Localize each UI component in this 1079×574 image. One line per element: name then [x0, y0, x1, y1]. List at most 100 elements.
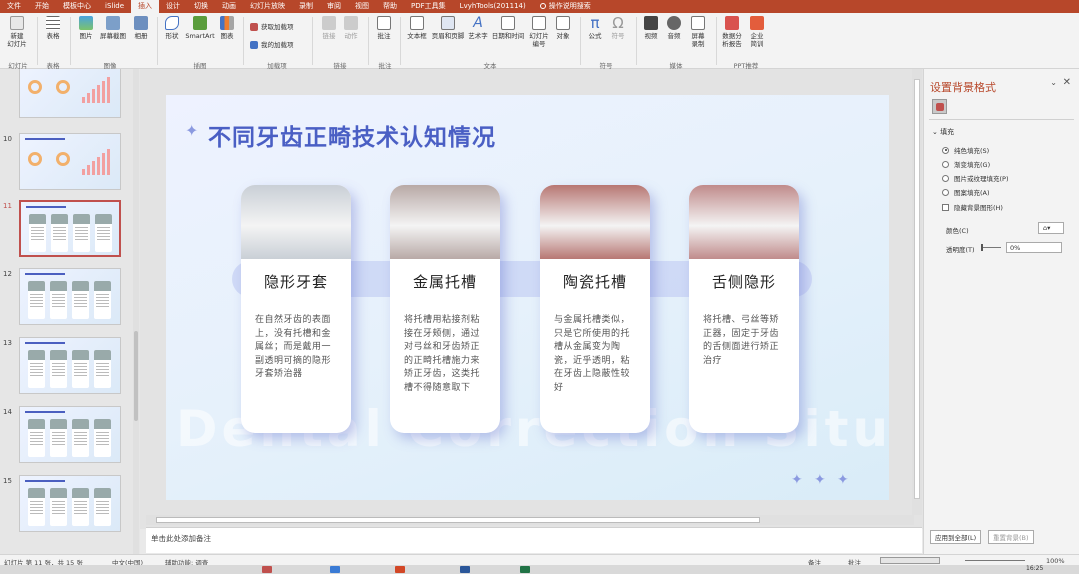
shapes-button[interactable]: 形状 [160, 16, 184, 40]
ribbon: 新建 幻灯片 表格 图片 屏幕截图 相册 形状 SmartArt 图表 获取加载… [0, 13, 1079, 70]
taskbar-app-icon[interactable] [395, 566, 405, 573]
symbol-button[interactable]: Ω 符号 [607, 14, 629, 41]
fill-option-radio[interactable]: 纯色填充(S) [942, 145, 989, 155]
tab-3[interactable]: iSlide [98, 0, 131, 13]
album-icon [134, 16, 148, 30]
info-card[interactable]: 隐形牙套 在自然牙齿的表面上，没有托槽和金属丝；而是戴用一副透明可摘的隐形牙套矫治… [241, 185, 351, 433]
get-addins-button[interactable]: 获取加载项 [250, 23, 294, 31]
thumbnail-scrollbar[interactable] [133, 69, 139, 554]
info-card[interactable]: 陶瓷托槽 与金属托槽类似，只是它所使用的托槽从金属变为陶瓷，近乎透明，粘在牙齿上隐… [540, 185, 650, 433]
taskbar-app-icon[interactable] [330, 566, 340, 573]
view-buttons[interactable] [880, 557, 940, 564]
wordart-button[interactable]: A 艺术字 [466, 16, 490, 40]
slide[interactable]: ✦ 不同牙齿正畸技术认知情况 Dental Correction Situati… [166, 95, 889, 500]
info-card[interactable]: 舌侧隐形 将托槽、弓丝等矫正器，固定于牙齿的舌侧面进行矫正治疗 [689, 185, 799, 433]
canvas-vertical-scrollbar[interactable] [912, 69, 922, 515]
tab-6[interactable]: 切换 [187, 0, 215, 13]
my-addins-button[interactable]: 我的加载项 [250, 41, 294, 49]
hide-bg-checkbox[interactable]: 隐藏背景图形(H) [942, 202, 1003, 212]
notes-area[interactable]: 单击此处添加备注 [146, 527, 922, 553]
data-report-button[interactable]: 数据分 析报告 [720, 16, 744, 48]
tab-8[interactable]: 幻灯片放映 [243, 0, 292, 13]
zoom-slider[interactable] [965, 560, 1025, 561]
info-card[interactable]: 金属托槽 将托槽用粘接剂粘接在牙颊侧，通过对弓丝和牙齿矫正的正畸托槽施力来矫正牙齿… [390, 185, 500, 433]
slide-thumbnail[interactable] [19, 475, 121, 532]
tab-12[interactable]: 帮助 [376, 0, 404, 13]
fill-section-header[interactable]: ⌄ 填充 [932, 127, 954, 137]
smartart-button[interactable]: SmartArt [184, 16, 216, 40]
header-footer-icon [441, 16, 455, 30]
slide-thumbnail[interactable] [19, 133, 121, 190]
album-button[interactable]: 相册 [130, 16, 152, 40]
tab-0[interactable]: 文件 [0, 0, 28, 13]
pane-title: 设置背景格式 [930, 81, 996, 94]
clock: 16:25 [1026, 565, 1044, 572]
textbox-button[interactable]: 文本框 [404, 16, 430, 40]
chevron-down-icon[interactable]: ⌄ [1050, 78, 1057, 87]
taskbar-app-icon[interactable] [520, 566, 530, 573]
omega-icon: Ω [612, 14, 624, 32]
fill-option-radio[interactable]: 渐变填充(G) [942, 159, 990, 169]
fill-option-radio[interactable]: 图案填充(A) [942, 187, 990, 197]
format-background-pane: 设置背景格式 ⌄ ✕ ⌄ 填充 纯色填充(S) 渐变填充(G) 图片或纹理填充(P)… [923, 69, 1079, 554]
tab-11[interactable]: 视图 [348, 0, 376, 13]
datetime-button[interactable]: 日期和时间 [490, 16, 526, 40]
tab-10[interactable]: 审阅 [320, 0, 348, 13]
action-button[interactable]: 动作 [340, 16, 362, 40]
tab-14[interactable]: LvyhTools(201114) [453, 0, 533, 13]
slide-thumbnail[interactable] [19, 337, 121, 394]
picture-button[interactable]: 图片 [74, 16, 98, 40]
tab-1[interactable]: 开始 [28, 0, 56, 13]
tab-15[interactable]: 操作说明搜索 [533, 0, 598, 13]
video-icon [644, 16, 658, 30]
transparency-input[interactable]: 0% [1006, 242, 1062, 253]
action-icon [344, 16, 358, 30]
apply-to-all-button[interactable]: 应用到全部(L) [930, 530, 982, 544]
audio-button[interactable]: 音频 [663, 16, 685, 40]
taskbar-app-icon[interactable] [460, 566, 470, 573]
tab-4[interactable]: 插入 [131, 0, 160, 13]
tab-7[interactable]: 动画 [215, 0, 243, 13]
tab-9[interactable]: 录制 [292, 0, 320, 13]
enterprise-icon [750, 16, 764, 30]
speaker-icon [667, 16, 681, 30]
thumbnail-number: 11 [3, 202, 12, 210]
link-button[interactable]: 链接 [318, 16, 340, 40]
slide-title[interactable]: 不同牙齿正畸技术认知情况 [208, 118, 496, 152]
header-footer-button[interactable]: 页眉和页脚 [430, 16, 466, 40]
color-picker-button[interactable]: ⌂▾ [1038, 222, 1064, 234]
thumbnail-number: 12 [3, 270, 12, 278]
tab-2[interactable]: 模板中心 [56, 0, 98, 13]
transparency-slider[interactable] [981, 244, 1001, 251]
tab-13[interactable]: PDF工具集 [404, 0, 453, 13]
close-icon[interactable]: ✕ [1063, 77, 1071, 88]
object-button[interactable]: 对象 [552, 16, 574, 40]
canvas-horizontal-scrollbar[interactable] [146, 515, 914, 525]
zoom-level[interactable]: 100% [1046, 557, 1065, 565]
slide-number-button[interactable]: 幻灯片 编号 [526, 16, 552, 48]
taskbar-app-icon[interactable] [262, 566, 272, 573]
enterprise-button[interactable]: 企业 简训 [745, 16, 769, 48]
video-button[interactable]: 视频 [640, 16, 662, 40]
reset-background-button[interactable]: 重置背景(B) [988, 530, 1034, 544]
comment-button[interactable]: 批注 [373, 16, 395, 40]
tab-5[interactable]: 设计 [159, 0, 187, 13]
store-icon [250, 23, 258, 31]
thumbnail-number: 13 [3, 339, 12, 347]
comment-icon [377, 16, 391, 30]
new-slide-button[interactable]: 新建 幻灯片 [4, 16, 30, 48]
slide-thumbnail[interactable] [19, 69, 121, 118]
teeth-photo [390, 185, 500, 259]
equation-button[interactable]: π 公式 [584, 16, 606, 41]
slide-thumbnail[interactable] [19, 268, 121, 325]
screen-record-button[interactable]: 屏幕 录制 [686, 16, 710, 48]
fill-bucket-icon[interactable] [932, 99, 947, 114]
card-title: 舌侧隐形 [711, 273, 776, 291]
screenshot-button[interactable]: 屏幕截图 [97, 16, 129, 40]
picture-icon [79, 16, 93, 30]
slide-thumbnail[interactable] [19, 200, 121, 257]
table-button[interactable]: 表格 [41, 16, 65, 40]
chart-button[interactable]: 图表 [216, 16, 238, 40]
fill-option-radio[interactable]: 图片或纹理填充(P) [942, 173, 1009, 183]
slide-thumbnail[interactable] [19, 406, 121, 463]
